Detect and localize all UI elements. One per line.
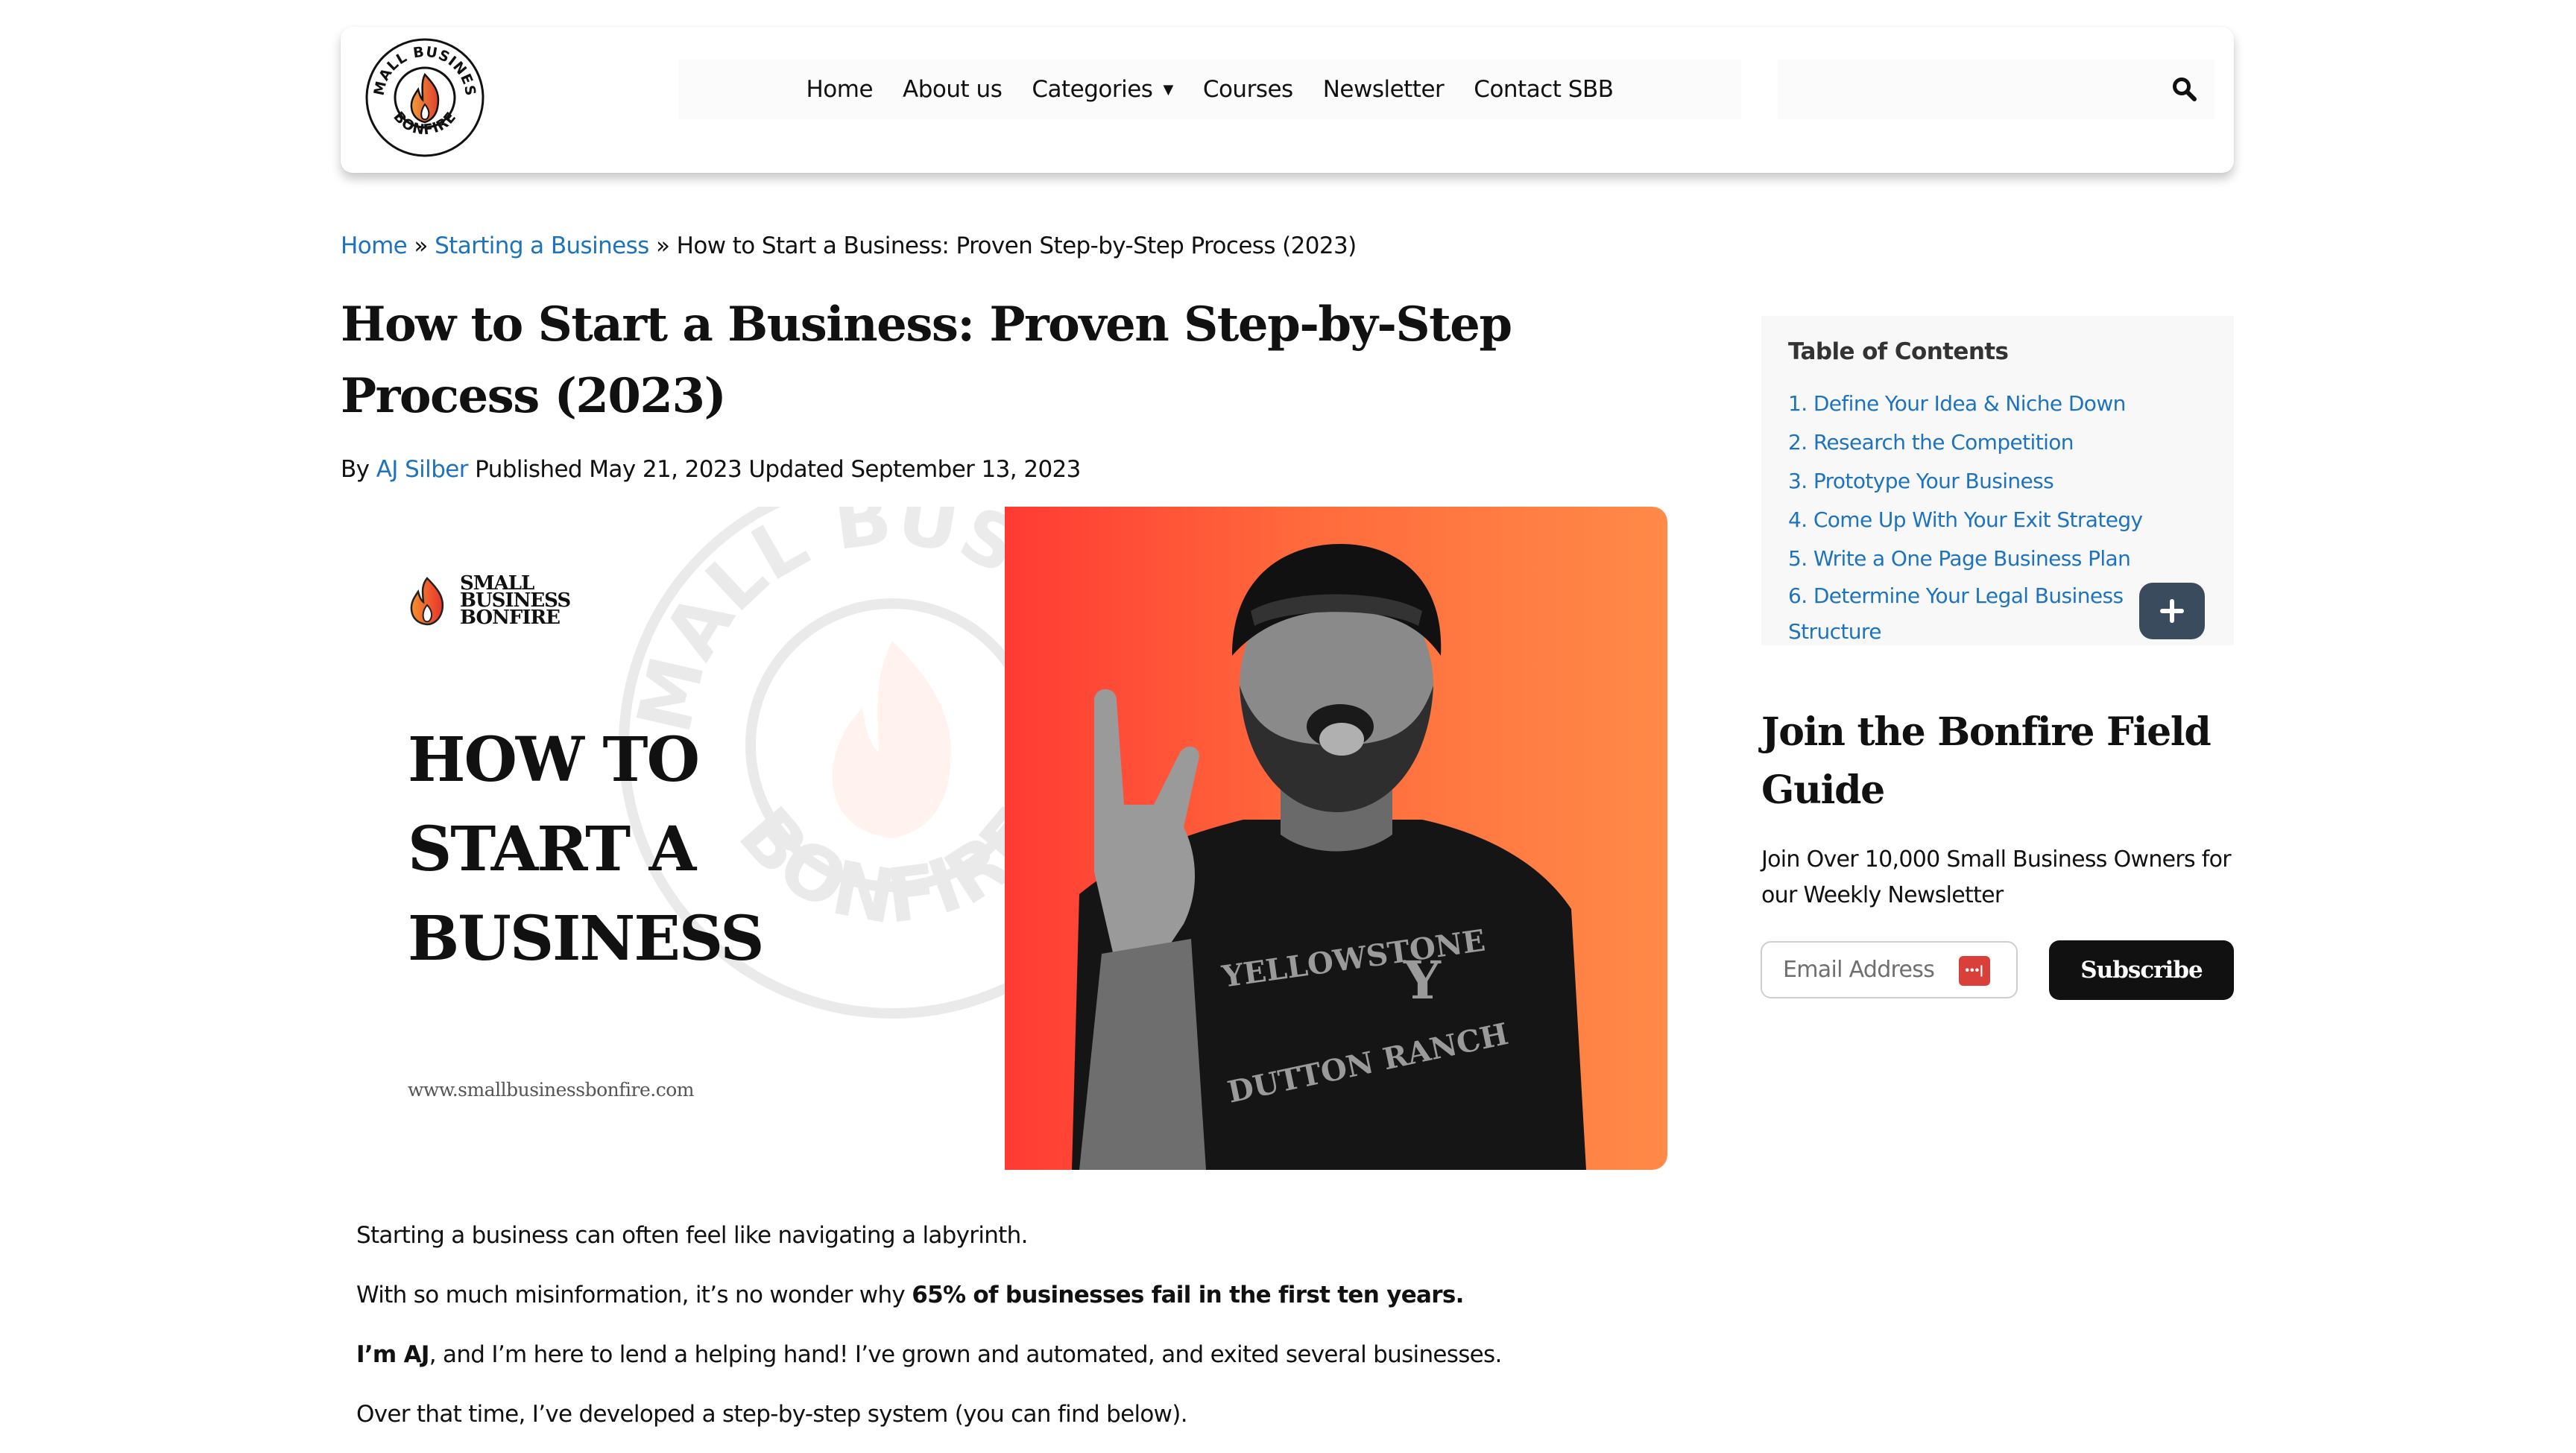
paragraph-text: Over that time, I’ve developed a step-by…: [356, 1401, 1188, 1428]
paragraph-text: Starting a business can often feel like …: [356, 1222, 1028, 1249]
hero-photo-panel: YELLOWSTONE Y DUTTON RANCH: [1005, 507, 1667, 1170]
paragraph-bold-text: I’m AJ: [356, 1341, 429, 1368]
nav-item-categories[interactable]: Categories ▼: [1032, 76, 1173, 103]
paragraph-bold-text: 65% of businesses fail in the first ten …: [912, 1282, 1464, 1308]
toc-item: 1. Define Your Idea & Niche Down: [1788, 384, 2161, 423]
toc-link[interactable]: 6. Determine Your Legal Business Structu…: [1788, 583, 2124, 644]
subscribe-button[interactable]: Subscribe: [2049, 940, 2234, 1000]
hero-image: SMALL BUSINESS BONFIRE SMALL BUSINESS BO…: [341, 507, 1667, 1170]
toc-item: 4. Come Up With Your Exit Strategy: [1788, 501, 2161, 539]
nav-item-home[interactable]: Home: [806, 76, 874, 103]
hero-headline: HOW TO START A BUSINESS: [408, 724, 764, 975]
paragraph: With so much misinformation, it’s no won…: [356, 1274, 1668, 1334]
nav-item-label: Courses: [1202, 76, 1293, 103]
plus-icon: [2160, 599, 2184, 623]
byline-prefix: By: [341, 456, 370, 483]
hero-text-panel: SMALL BUSINESS BONFIRE SMALL BUSINESS BO…: [341, 507, 1005, 1170]
toc-item: 6. Determine Your Legal Business Structu…: [1788, 578, 2161, 650]
article-body: Starting a business can often feel like …: [356, 1215, 1668, 1453]
toc-link[interactable]: 2. Research the Competition: [1788, 430, 2074, 455]
updated-label: Updated: [748, 456, 845, 483]
nav-item-label: Home: [806, 76, 874, 103]
nav-item-about-us[interactable]: About us: [903, 76, 1003, 103]
breadcrumb-separator: »: [414, 232, 428, 259]
newsletter-description: Join Over 10,000 Small Business Owners f…: [1761, 846, 2232, 908]
caret-down-icon: ▼: [1163, 81, 1173, 98]
email-input[interactable]: [1783, 943, 1954, 997]
breadcrumb-home[interactable]: Home: [341, 232, 408, 259]
search-bar[interactable]: [1778, 60, 2214, 119]
breadcrumb-current: How to Start a Business: Proven Step-by-…: [676, 232, 1357, 259]
published-date: May 21, 2023: [589, 456, 742, 483]
paragraph: Starting a business can often feel like …: [356, 1215, 1668, 1274]
hero-brand-line: BONFIRE: [460, 607, 561, 629]
breadcrumb-separator: »: [656, 232, 670, 259]
hero-brand-text: SMALL BUSINESS BONFIRE: [460, 574, 571, 629]
paragraph-text: With so much misinformation, it’s no won…: [356, 1282, 912, 1308]
nav-item-newsletter[interactable]: Newsletter: [1323, 76, 1445, 103]
site-header: SMALL BUSINESS BONFIRE Home About us Cat…: [341, 27, 2234, 173]
table-of-contents: Table of Contents 1. Define Your Idea & …: [1761, 316, 2234, 645]
nav-item-label: Contact SBB: [1474, 76, 1614, 103]
toc-expand-button[interactable]: [2139, 583, 2205, 639]
toc-item: 3. Prototype Your Business: [1788, 462, 2161, 501]
flame-icon: [410, 576, 444, 625]
updated-date: September 13, 2023: [850, 456, 1081, 483]
email-field[interactable]: •••|: [1761, 941, 2018, 998]
toc-link[interactable]: 5. Write a One Page Business Plan: [1788, 546, 2131, 571]
page-title: How to Start a Business: Proven Step-by-…: [341, 297, 1512, 424]
nav-item-label: About us: [903, 76, 1003, 103]
toc-link[interactable]: 1. Define Your Idea & Niche Down: [1788, 391, 2126, 416]
byline: By AJ Silber Published May 21, 2023 Upda…: [341, 456, 1081, 483]
author-link[interactable]: AJ Silber: [376, 456, 469, 483]
breadcrumb-starting-a-business[interactable]: Starting a Business: [435, 232, 649, 259]
toc-item: 2. Research the Competition: [1788, 423, 2161, 462]
toc-title: Table of Contents: [1788, 338, 2009, 365]
search-icon[interactable]: [2170, 75, 2200, 104]
breadcrumb: Home » Starting a Business » How to Star…: [341, 232, 1357, 259]
author-photo: YELLOWSTONE Y DUTTON RANCH: [1072, 544, 1586, 1170]
nav-item-label: Categories: [1032, 76, 1153, 103]
svg-text:SMALL BUSINESS: SMALL BUSINESS: [609, 507, 1005, 741]
main-nav: Home About us Categories ▼ Courses Newsle…: [678, 60, 1741, 119]
nav-item-contact-sbb[interactable]: Contact SBB: [1474, 76, 1614, 103]
hero-url: www.smallbusinessbonfire.com: [408, 1079, 694, 1101]
toc-list: 1. Define Your Idea & Niche Down 2. Rese…: [1788, 384, 2161, 650]
nav-item-courses[interactable]: Courses: [1203, 76, 1293, 103]
paragraph: Over that time, I’ve developed a step-by…: [356, 1393, 1668, 1453]
nav-item-label: Newsletter: [1322, 76, 1445, 103]
newsletter-title: Join the Bonfire Field Guide: [1761, 709, 2212, 813]
toc-link[interactable]: 4. Come Up With Your Exit Strategy: [1788, 507, 2143, 532]
hero-brand-logo: SMALL BUSINESS BONFIRE: [408, 574, 571, 629]
toc-item: 5. Write a One Page Business Plan: [1788, 539, 2161, 578]
password-manager-icon[interactable]: •••|: [1959, 956, 1990, 986]
paragraph-text: , and I’m here to lend a helping hand! I…: [429, 1341, 1503, 1368]
paragraph: I’m AJ, and I’m here to lend a helping h…: [356, 1334, 1668, 1393]
toc-link[interactable]: 3. Prototype Your Business: [1788, 469, 2054, 493]
shirt-y-logo: Y: [1403, 949, 1442, 1011]
published-label: Published: [475, 456, 583, 483]
site-logo[interactable]: SMALL BUSINESS BONFIRE: [363, 36, 487, 159]
